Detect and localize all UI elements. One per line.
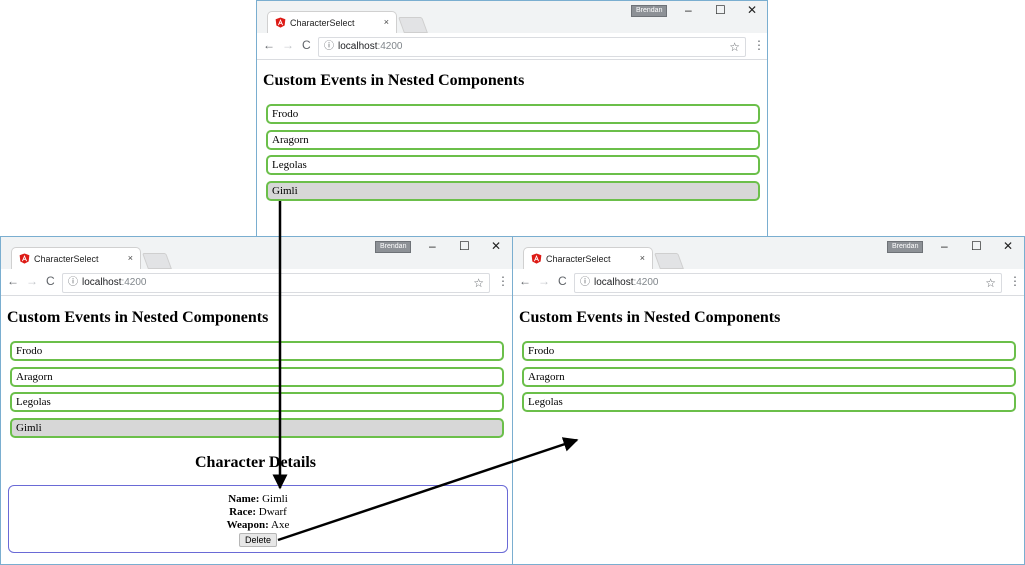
detail-race-row: Race: Dwarf bbox=[229, 506, 287, 518]
angular-icon bbox=[531, 253, 542, 264]
address-bar[interactable]: ⓘ localhost:4200 ☆ bbox=[62, 273, 490, 293]
forward-icon[interactable]: → bbox=[26, 275, 38, 287]
reload-icon[interactable]: C bbox=[46, 275, 55, 287]
page-heading: Custom Events in Nested Components bbox=[7, 309, 269, 326]
maximize-icon[interactable]: ☐ bbox=[971, 239, 982, 253]
minimize-icon[interactable]: – bbox=[941, 239, 948, 253]
profile-badge[interactable]: Brendan bbox=[631, 5, 668, 17]
character-item-legolas[interactable]: Legolas bbox=[522, 392, 1016, 412]
new-tab-button[interactable] bbox=[142, 253, 172, 269]
profile-badge[interactable]: Brendan bbox=[375, 241, 412, 253]
profile-badge[interactable]: Brendan bbox=[887, 241, 924, 253]
browser-menu-icon[interactable]: ⋮ bbox=[1009, 274, 1021, 288]
back-icon[interactable]: ← bbox=[263, 39, 275, 51]
browser-tab[interactable]: CharacterSelect × bbox=[267, 11, 397, 34]
browser-window-right: CharacterSelect × Brendan – ☐ ✕ ← → C ⓘ … bbox=[512, 236, 1025, 565]
maximize-icon[interactable]: ☐ bbox=[715, 3, 726, 17]
close-window-icon[interactable]: ✕ bbox=[747, 3, 757, 17]
url-text: localhost:4200 bbox=[594, 277, 659, 288]
detail-weapon-value: Axe bbox=[271, 519, 290, 531]
tab-close-icon[interactable]: × bbox=[384, 17, 389, 27]
browser-chrome: CharacterSelect × Brendan – ☐ ✕ ← → C ⓘ … bbox=[257, 1, 767, 60]
browser-window-left: CharacterSelect × Brendan – ☐ ✕ ← → C ⓘ … bbox=[0, 236, 513, 565]
browser-tab[interactable]: CharacterSelect × bbox=[523, 247, 653, 270]
info-icon[interactable]: ⓘ bbox=[68, 274, 78, 292]
minimize-icon[interactable]: – bbox=[429, 239, 436, 253]
character-item-gimli[interactable]: Gimli bbox=[266, 181, 760, 201]
browser-toolbar: ← → C ⓘ localhost:4200 ☆ ⋮ bbox=[1, 269, 512, 295]
character-item-aragorn[interactable]: Aragorn bbox=[266, 130, 760, 150]
address-bar[interactable]: ⓘ localhost:4200 ☆ bbox=[574, 273, 1002, 293]
info-icon[interactable]: ⓘ bbox=[324, 38, 334, 56]
character-item-frodo[interactable]: Frodo bbox=[266, 104, 760, 124]
bookmark-star-icon[interactable]: ☆ bbox=[473, 274, 484, 292]
page-heading: Custom Events in Nested Components bbox=[519, 309, 781, 326]
angular-icon bbox=[19, 253, 30, 264]
close-window-icon[interactable]: ✕ bbox=[1003, 239, 1013, 253]
browser-toolbar: ← → C ⓘ localhost:4200 ☆ ⋮ bbox=[513, 269, 1024, 295]
tab-title: CharacterSelect bbox=[34, 254, 99, 264]
delete-button[interactable]: Delete bbox=[238, 533, 277, 547]
detail-race-value: Dwarf bbox=[258, 506, 287, 518]
maximize-icon[interactable]: ☐ bbox=[459, 239, 470, 253]
browser-chrome: CharacterSelect × Brendan – ☐ ✕ ← → C ⓘ … bbox=[513, 237, 1024, 296]
detail-name-row: Name: Gimli bbox=[228, 493, 288, 505]
reload-icon[interactable]: C bbox=[302, 39, 311, 51]
character-item-frodo[interactable]: Frodo bbox=[10, 341, 504, 361]
browser-tab[interactable]: CharacterSelect × bbox=[11, 247, 141, 270]
info-icon[interactable]: ⓘ bbox=[580, 274, 590, 292]
browser-menu-icon[interactable]: ⋮ bbox=[497, 274, 509, 288]
character-item-legolas[interactable]: Legolas bbox=[266, 155, 760, 175]
bookmark-star-icon[interactable]: ☆ bbox=[985, 274, 996, 292]
character-item-aragorn[interactable]: Aragorn bbox=[10, 367, 504, 387]
back-icon[interactable]: ← bbox=[7, 275, 19, 287]
browser-chrome: CharacterSelect × Brendan – ☐ ✕ ← → C ⓘ … bbox=[1, 237, 512, 296]
character-item-legolas[interactable]: Legolas bbox=[10, 392, 504, 412]
new-tab-button[interactable] bbox=[398, 17, 428, 33]
browser-toolbar: ← → C ⓘ localhost:4200 ☆ ⋮ bbox=[257, 33, 767, 59]
url-text: localhost:4200 bbox=[338, 41, 403, 52]
reload-icon[interactable]: C bbox=[558, 275, 567, 287]
angular-icon bbox=[275, 17, 286, 28]
tab-title: CharacterSelect bbox=[546, 254, 611, 264]
forward-icon[interactable]: → bbox=[538, 275, 550, 287]
detail-weapon-row: Weapon: Axe bbox=[226, 519, 290, 531]
bookmark-star-icon[interactable]: ☆ bbox=[729, 38, 740, 56]
new-tab-button[interactable] bbox=[654, 253, 684, 269]
character-details-panel: Name: Gimli Race: Dwarf Weapon: Axe Dele… bbox=[8, 485, 508, 553]
minimize-icon[interactable]: – bbox=[685, 3, 692, 17]
back-icon[interactable]: ← bbox=[519, 275, 531, 287]
browser-menu-icon[interactable]: ⋮ bbox=[753, 38, 765, 52]
character-item-gimli[interactable]: Gimli bbox=[10, 418, 504, 438]
detail-name-value: Gimli bbox=[262, 493, 288, 505]
url-text: localhost:4200 bbox=[82, 277, 147, 288]
browser-window-top: CharacterSelect × Brendan – ☐ ✕ ← → C ⓘ … bbox=[256, 0, 768, 238]
address-bar[interactable]: ⓘ localhost:4200 ☆ bbox=[318, 37, 746, 57]
tab-close-icon[interactable]: × bbox=[640, 253, 645, 263]
forward-icon[interactable]: → bbox=[282, 39, 294, 51]
page-heading: Custom Events in Nested Components bbox=[263, 72, 525, 89]
details-title: Character Details bbox=[195, 454, 316, 471]
character-item-frodo[interactable]: Frodo bbox=[522, 341, 1016, 361]
tab-close-icon[interactable]: × bbox=[128, 253, 133, 263]
close-window-icon[interactable]: ✕ bbox=[491, 239, 501, 253]
character-item-aragorn[interactable]: Aragorn bbox=[522, 367, 1016, 387]
tab-title: CharacterSelect bbox=[290, 18, 355, 28]
